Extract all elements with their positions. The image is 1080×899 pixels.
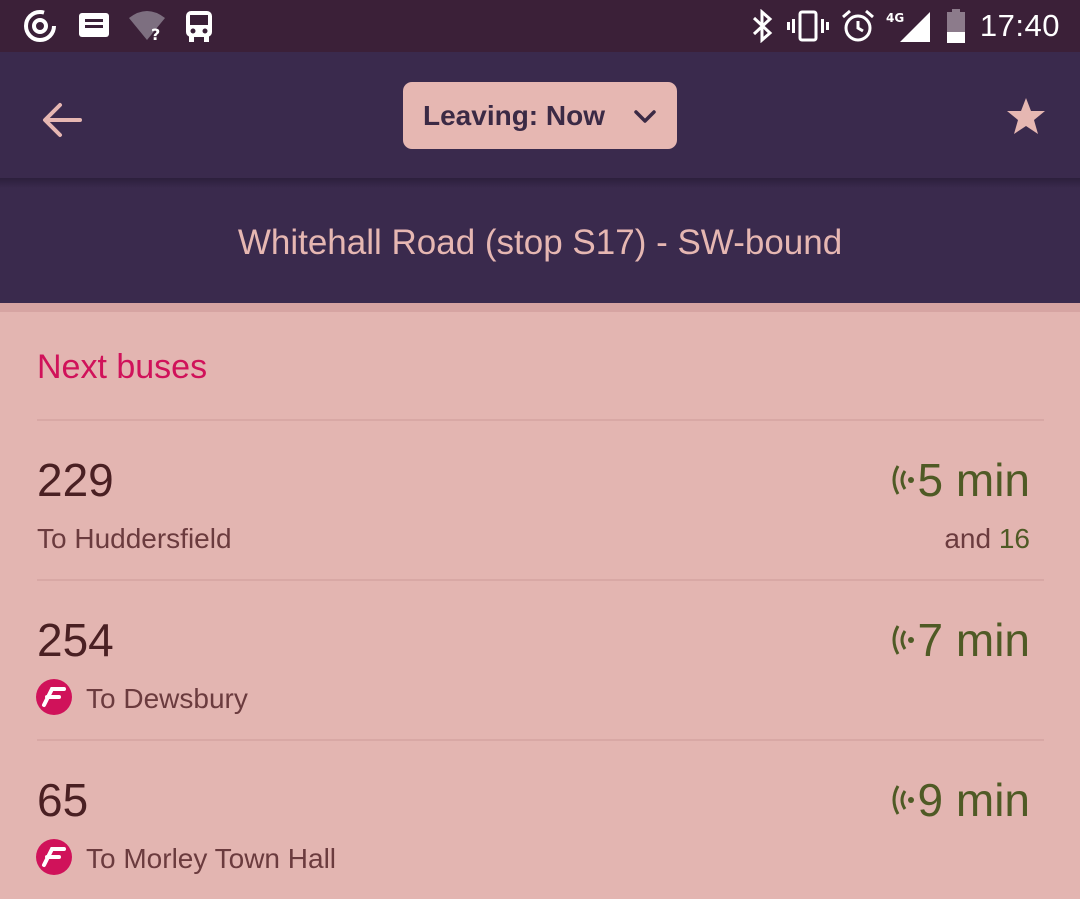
- status-bar: ? 4G 17:40: [0, 0, 1080, 52]
- stop-title: Whitehall Road (stop S17) - SW-bound: [237, 223, 843, 262]
- chevron-down-icon: [634, 110, 656, 123]
- battery-icon: [944, 0, 968, 52]
- route-number: 254: [37, 614, 114, 666]
- destination: To Morley Town Hall: [86, 843, 337, 874]
- next-departure-prefix: and: [944, 523, 992, 554]
- departure-row-229[interactable]: 229 To Huddersfield 5 min and 16: [0, 421, 1080, 579]
- star-icon: [1007, 98, 1045, 134]
- eta-value: 5 min: [917, 454, 1030, 506]
- destination: To Huddersfield: [37, 523, 232, 554]
- eta: 9 min: [888, 773, 1030, 827]
- arrow-left-icon: [43, 103, 82, 137]
- back-button[interactable]: [36, 94, 88, 146]
- first-bus-logo-icon: [36, 839, 72, 875]
- clock: 17:40: [979, 8, 1060, 43]
- next-departure-minutes: 16: [998, 523, 1030, 554]
- vibrate-icon: [786, 0, 830, 52]
- next-departure: and 16: [944, 523, 1030, 555]
- destination: To Dewsbury: [86, 683, 248, 714]
- wifi-unknown-icon: ?: [126, 0, 168, 52]
- eta: 5 min: [888, 453, 1030, 507]
- departure-row-65[interactable]: 65 To Morley Town Hall 9 min: [0, 741, 1080, 899]
- network-type-label: 4G: [886, 11, 904, 25]
- leaving-time-dropdown[interactable]: Leaving: Now: [403, 82, 677, 149]
- eta-value: 7 min: [917, 614, 1030, 666]
- first-bus-logo-icon: [36, 679, 72, 715]
- realtime-signal-icon: [892, 785, 914, 815]
- leaving-time-label: Leaving: Now: [423, 100, 606, 131]
- bus-app-icon: [182, 0, 216, 52]
- favourite-button[interactable]: [1000, 90, 1052, 142]
- eta: 7 min: [888, 613, 1030, 667]
- departure-row-254[interactable]: 254 To Dewsbury 7 min: [0, 581, 1080, 739]
- app-bar: Leaving: Now: [0, 52, 1080, 178]
- header-divider: [0, 303, 1080, 312]
- bluetooth-icon: [748, 0, 776, 52]
- alarm-icon: [838, 0, 878, 52]
- eta-value: 9 min: [917, 774, 1030, 826]
- stop-header: Whitehall Road (stop S17) - SW-bound: [0, 188, 1080, 303]
- app-bar-shadow: [0, 178, 1080, 188]
- route-number: 229: [37, 454, 114, 506]
- next-buses-heading: Next buses: [37, 348, 208, 386]
- svg-text:?: ?: [151, 25, 160, 42]
- message-icon: [76, 0, 112, 52]
- cell-signal-icon: 4G: [886, 0, 932, 52]
- realtime-signal-icon: [892, 465, 914, 495]
- signal-app-icon: [20, 0, 60, 52]
- route-number: 65: [37, 774, 89, 826]
- realtime-signal-icon: [892, 625, 914, 655]
